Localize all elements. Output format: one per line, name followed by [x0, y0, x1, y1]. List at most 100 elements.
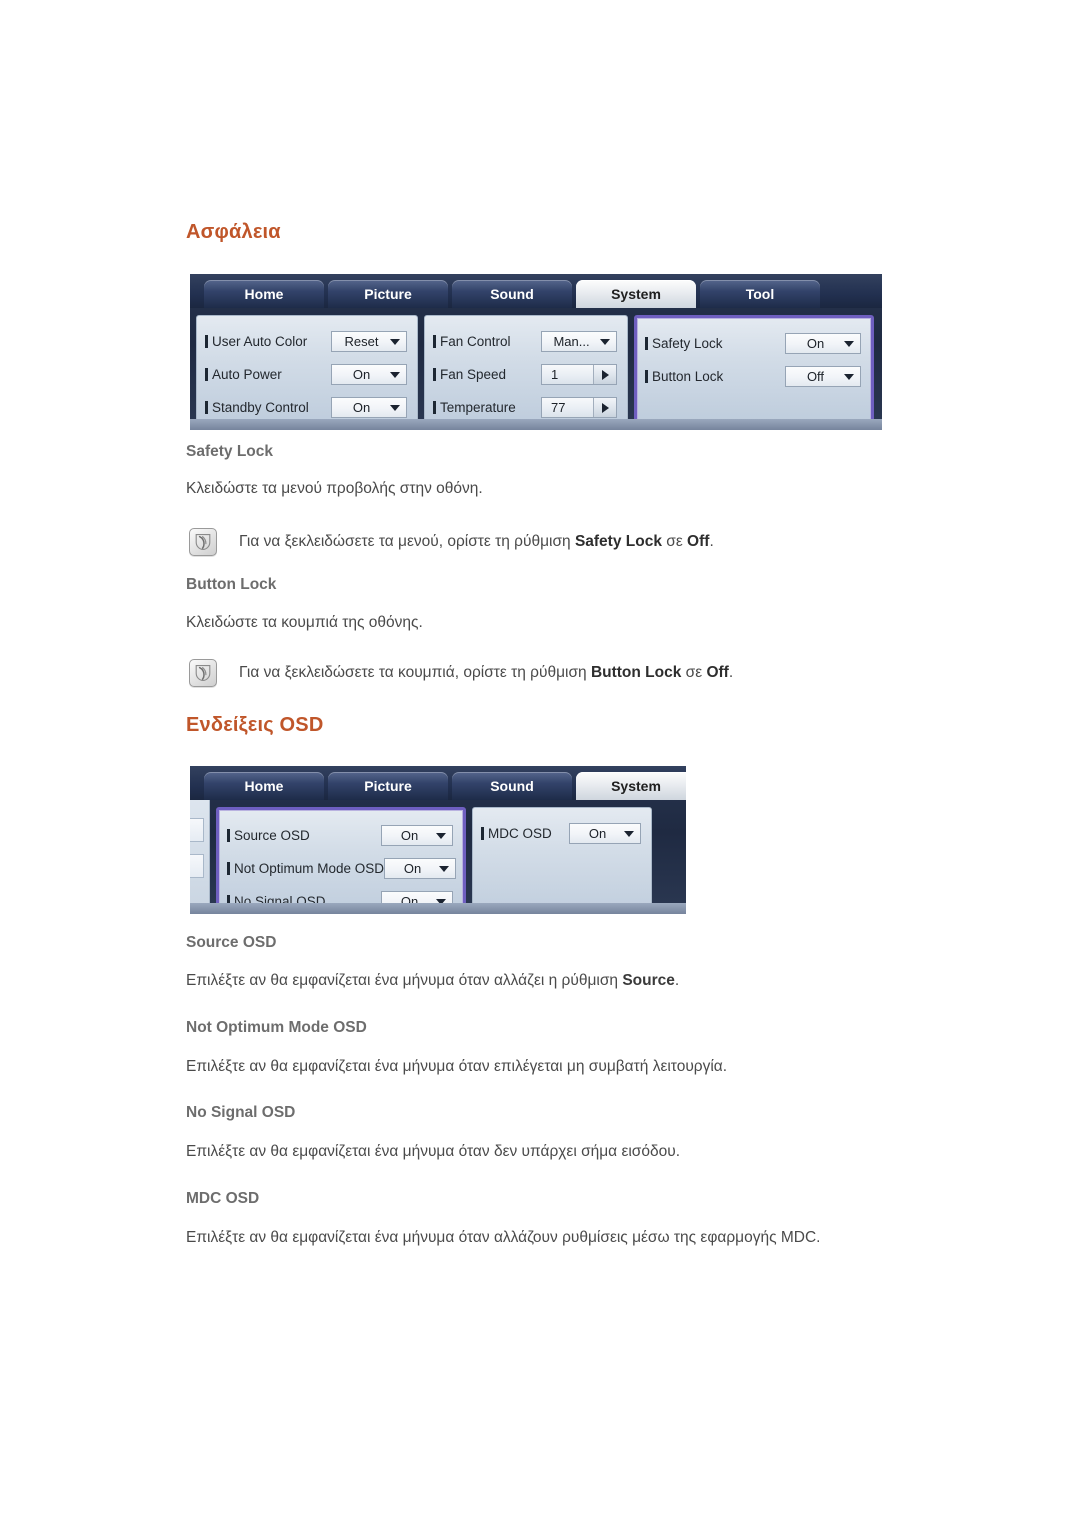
osd-stepper-temperature[interactable]: 77	[541, 397, 617, 418]
osd-setting-control: 77	[541, 397, 617, 418]
chevron-down-icon	[844, 373, 854, 380]
osd-dropdown-user-auto-color[interactable]: Reset	[331, 331, 407, 352]
osd-setting-control: On	[331, 364, 407, 385]
osd-dropdown-mdc-osd[interactable]: On	[569, 823, 641, 844]
osd-setting-control: On	[569, 823, 641, 844]
osd-setting-row: MDC OSD On	[481, 817, 641, 850]
note-text-end: .	[709, 533, 714, 550]
paragraph-mdc-osd: Επιλέξτε αν θα εμφανίζεται ένα μήνυμα ότ…	[186, 1229, 820, 1247]
osd-setting-label: Fan Speed	[440, 367, 507, 382]
osd-dropdown-fan-control[interactable]: Man...	[541, 331, 617, 352]
osd-tab-sound[interactable]: Sound	[452, 280, 572, 308]
paragraph-safety-lock: Κλειδώστε τα μενού προβολής στην οθόνη.	[186, 480, 483, 497]
osd-dropdown-standby-control[interactable]: On	[331, 397, 407, 418]
subheading-safety-lock: Safety Lock	[186, 443, 274, 460]
paragraph-pre: Επιλέξτε αν θα εμφανίζεται ένα μήνυμα ότ…	[186, 1229, 821, 1246]
bullet-bar-icon	[645, 370, 648, 383]
osd-setting-label-wrap: Source OSD	[227, 828, 310, 843]
osd-tab-label: Tool	[745, 286, 775, 302]
osd-setting-label: Fan Control	[440, 334, 511, 349]
osd-setting-control: 1	[541, 364, 617, 385]
paragraph-pre: Επιλέξτε αν θα εμφανίζεται ένα μήνυμα ότ…	[186, 1058, 728, 1075]
bullet-bar-icon	[645, 337, 648, 350]
osd-dropdown-button-lock[interactable]: Off	[785, 366, 861, 387]
osd-tab-label: Picture	[364, 286, 412, 302]
osd-stepper-increase-button[interactable]	[593, 398, 616, 417]
osd-dropdown-value: On	[352, 400, 371, 415]
osd-column-2: Fan Control Man... Fan Speed 1 Temperature 77	[424, 315, 628, 423]
osd-setting-label-wrap: Temperature	[433, 400, 516, 415]
osd-setting-row: Not Optimum Mode OSD On	[227, 852, 457, 885]
osd-cutoff-stub	[190, 854, 204, 878]
osd-tab-picture[interactable]: Picture	[328, 280, 448, 308]
note-button-lock: Για να ξεκλειδώσετε τα κουμπιά, ορίστε τ…	[189, 659, 733, 687]
osd-setting-row: Safety Lock On	[645, 327, 861, 360]
osd-tab-sound[interactable]: Sound	[452, 772, 572, 800]
osd-tab-home[interactable]: Home	[204, 772, 324, 800]
note-text-strong-2: Off	[687, 533, 710, 550]
osd-dropdown-value: Reset	[344, 334, 379, 349]
note-text-pre: Για να ξεκλειδώσετε τα κουμπιά, ορίστε τ…	[239, 664, 591, 681]
bullet-bar-icon	[227, 862, 230, 875]
note-text-safety-lock: Για να ξεκλειδώσετε τα μενού, ορίστε τη …	[239, 533, 714, 551]
paragraph-end: .	[674, 972, 680, 989]
osd-dropdown-not-optimum-mode-osd[interactable]: On	[384, 858, 457, 879]
note-text-strong-2: Off	[706, 664, 729, 681]
osd-dropdown-safety-lock[interactable]: On	[785, 333, 861, 354]
chevron-down-icon	[844, 340, 854, 347]
osd-dropdown-value: Off	[806, 369, 825, 384]
osd-dropdown-value: On	[400, 828, 419, 843]
osd-column-1: User Auto Color Reset Auto Power On Standby …	[196, 315, 418, 423]
paragraph-not-optimum-mode-osd: Επιλέξτε αν θα εμφανίζεται ένα μήνυμα ότ…	[186, 1058, 727, 1076]
osd-stepper-increase-button[interactable]	[593, 365, 616, 384]
osd-setting-label-wrap: Button Lock	[645, 369, 723, 384]
osd-column-2: MDC OSD On	[472, 807, 652, 914]
osd-dropdown-auto-power[interactable]: On	[331, 364, 407, 385]
paragraph-button-lock: Κλειδώστε τα κουμπιά της οθόνης.	[186, 614, 423, 631]
osd-setting-label-wrap: Fan Speed	[433, 367, 506, 382]
osd-tab-home[interactable]: Home	[204, 280, 324, 308]
osd-stepper-value: 77	[551, 400, 566, 415]
osd-tab-system[interactable]: System	[576, 772, 686, 800]
osd-setting-label: User Auto Color	[212, 334, 308, 349]
bullet-bar-icon	[205, 401, 208, 414]
osd-tab-bar: HomePictureSoundSystemTool	[190, 766, 686, 800]
osd-bottom-strip	[190, 419, 882, 430]
osd-dropdown-value: On	[806, 336, 825, 351]
osd-tab-label: Home	[244, 286, 284, 302]
paragraph-no-signal-osd: Επιλέξτε αν θα εμφανίζεται ένα μήνυμα ότ…	[186, 1143, 680, 1161]
bullet-bar-icon	[205, 368, 208, 381]
osd-tab-tool[interactable]: Tool	[700, 280, 820, 308]
note-text-button-lock: Για να ξεκλειδώσετε τα κουμπιά, ορίστε τ…	[239, 664, 733, 682]
osd-setting-label-wrap: MDC OSD	[481, 826, 552, 841]
note-text-mid: σε	[661, 533, 688, 550]
osd-stepper-value: 1	[551, 367, 559, 382]
osd-setting-label-wrap: Standby Control	[205, 400, 309, 415]
osd-stepper-fan-speed[interactable]: 1	[541, 364, 617, 385]
osd-content-area: Source OSD On Not Optimum Mode OSD On No Sig…	[190, 800, 686, 914]
osd-tab-label: Home	[244, 778, 284, 794]
osd-setting-label: Auto Power	[212, 367, 282, 382]
osd-column-1: Source OSD On Not Optimum Mode OSD On No Sig…	[216, 807, 466, 914]
osd-setting-label-wrap: Not Optimum Mode OSD	[227, 861, 384, 876]
osd-tab-picture[interactable]: Picture	[328, 772, 448, 800]
triangle-right-icon	[601, 369, 609, 380]
osd-dropdown-value: On	[403, 861, 422, 876]
osd-setting-row: Button Lock Off	[645, 360, 861, 393]
subheading-not-optimum-mode-osd: Not Optimum Mode OSD	[186, 1019, 367, 1036]
osd-tab-system[interactable]: System	[576, 280, 696, 308]
osd-setting-label: Safety Lock	[652, 336, 723, 351]
subheading-source-osd: Source OSD	[186, 934, 277, 951]
osd-content-area: User Auto Color Reset Auto Power On Standby …	[190, 308, 882, 423]
osd-dropdown-source-osd[interactable]: On	[381, 825, 453, 846]
note-text-mid: σε	[681, 664, 707, 681]
chevron-down-icon	[439, 865, 450, 872]
note-safety-lock: Για να ξεκλειδώσετε τα μενού, ορίστε τη …	[189, 528, 714, 556]
bullet-bar-icon	[481, 827, 484, 840]
subheading-mdc-osd: MDC OSD	[186, 1190, 260, 1207]
bullet-bar-icon	[205, 335, 208, 348]
subheading-button-lock: Button Lock	[186, 576, 277, 593]
osd-setting-label: Temperature	[440, 400, 516, 415]
chevron-down-icon	[436, 832, 446, 839]
osd-setting-control: On	[331, 397, 407, 418]
